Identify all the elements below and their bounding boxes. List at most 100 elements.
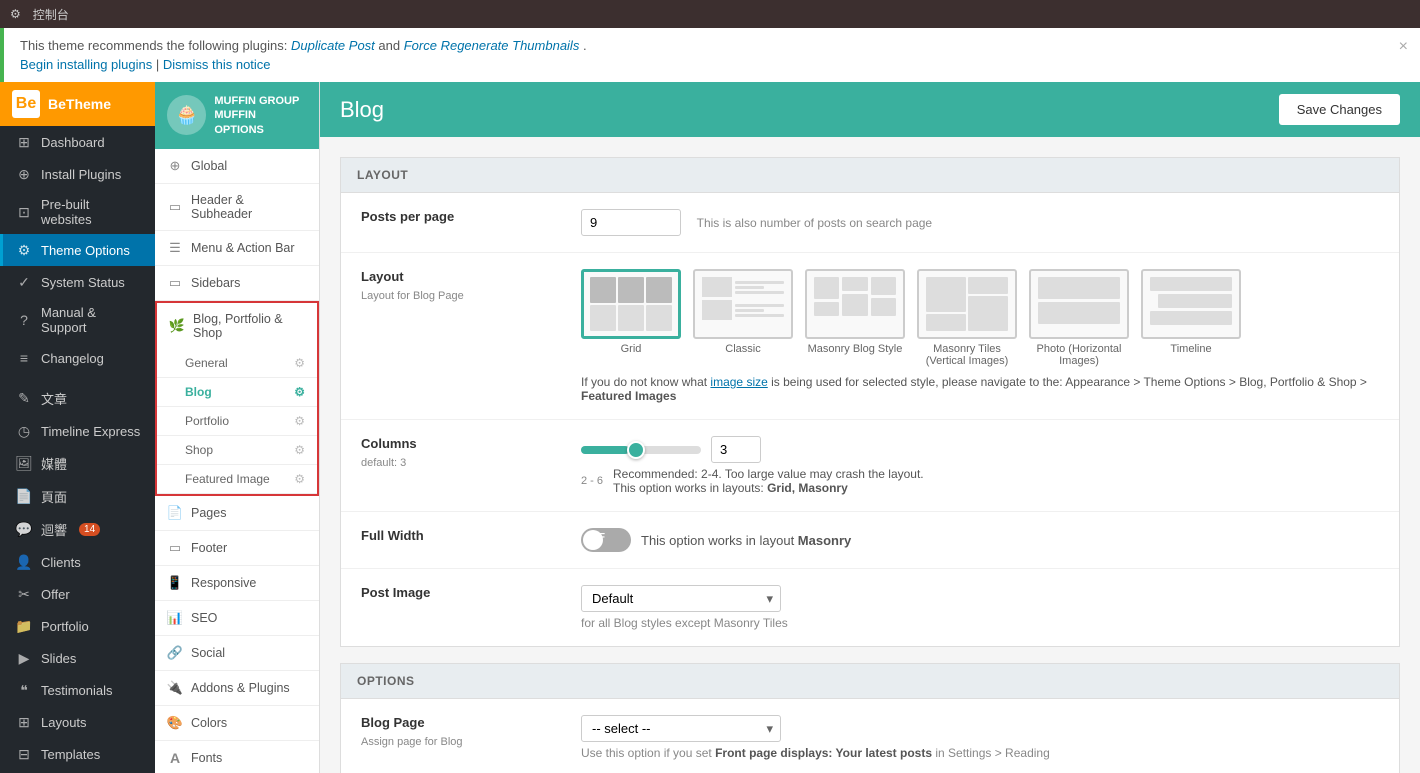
muffin-nav-sidebars[interactable]: ▭ Sidebars <box>155 266 319 301</box>
blog-page-row: Blog Page Assign page for Blog -- select… <box>341 699 1399 773</box>
full-width-row: Full Width OFF This option works in layo… <box>341 512 1399 569</box>
sidebar-item-pre-built[interactable]: ⊡ Pre-built websites <box>0 190 155 234</box>
classic-preview <box>698 273 788 335</box>
sidebar-item-label: 頁面 <box>41 487 67 506</box>
muffin-nav-global[interactable]: ⊕ Global <box>155 149 319 184</box>
full-width-control: OFF This option works in layout Masonry <box>581 528 1379 552</box>
sidebar-item-label: Slides <box>41 651 76 666</box>
sidebar-item-label: 媒體 <box>41 454 67 473</box>
fonts-icon: A <box>167 750 183 766</box>
columns-slider-wrap <box>581 436 1379 463</box>
sidebar-item-offer[interactable]: ✂ Offer <box>0 578 155 610</box>
full-width-label: Full Width <box>361 528 561 546</box>
columns-label: Columns default: 3 <box>361 436 561 469</box>
layout-thumbnail-masonry-blog <box>805 269 905 339</box>
muffin-nav-addons[interactable]: 🔌 Addons & Plugins <box>155 671 319 706</box>
wp-admin-sidebar: Be BeTheme ⊞ Dashboard ⊕ Install Plugins… <box>0 82 155 773</box>
sidebar-item-label: 迴響 <box>41 520 67 539</box>
muffin-sub-blog[interactable]: Blog ⚙ <box>157 378 317 407</box>
sidebar-item-manual-support[interactable]: ? Manual & Support <box>0 298 155 342</box>
sidebar-item-label: Manual & Support <box>41 305 143 335</box>
notice-install-plugins[interactable]: Begin installing plugins <box>20 57 152 72</box>
notice-link-force-regen[interactable]: Force Regenerate Thumbnails <box>404 38 580 53</box>
options-section-header: OPTIONS <box>341 664 1399 699</box>
sidebar-item-clients[interactable]: 👤 Clients <box>0 546 155 578</box>
sidebar-item-install-plugins[interactable]: ⊕ Install Plugins <box>0 158 155 190</box>
columns-slider-track[interactable] <box>581 446 701 454</box>
blog-page-hint: Use this option if you set Front page di… <box>581 746 1379 760</box>
post-image-label: Post Image <box>361 585 561 603</box>
muffin-nav-seo[interactable]: 📊 SEO <box>155 601 319 636</box>
muffin-nav-responsive[interactable]: 📱 Responsive <box>155 566 319 601</box>
sidebar-item-comments[interactable]: 💬 迴響 14 <box>0 513 155 546</box>
nav-item-label: Header & Subheader <box>191 193 307 221</box>
posts-per-page-input[interactable] <box>581 209 681 236</box>
muffin-nav-social[interactable]: 🔗 Social <box>155 636 319 671</box>
changelog-icon: ≡ <box>15 349 33 367</box>
columns-range-label: 2 - 6 <box>581 475 603 487</box>
nav-item-label: Fonts <box>191 751 222 765</box>
nav-item-label: Global <box>191 159 227 173</box>
layout-option-grid[interactable]: Grid <box>581 269 681 367</box>
sidebar-item-layouts[interactable]: ⊞ Layouts <box>0 706 155 738</box>
sidebar-item-theme-options[interactable]: ⚙ Theme Options <box>0 234 155 266</box>
sidebar-item-posts[interactable]: ✎ 文章 <box>0 382 155 415</box>
layout-option-classic[interactable]: Classic <box>693 269 793 367</box>
dashboard-icon: ⊞ <box>15 133 33 151</box>
sidebar-item-dashboard[interactable]: ⊞ Dashboard <box>0 126 155 158</box>
columns-hint: Recommended: 2-4. Too large value may cr… <box>613 467 924 495</box>
sidebar-item-templates[interactable]: ⊟ Templates <box>0 738 155 770</box>
sidebar-item-slides[interactable]: ▶ Slides <box>0 642 155 674</box>
sidebar-item-timeline[interactable]: ◷ Timeline Express <box>0 415 155 447</box>
muffin-sub-general[interactable]: General ⚙ <box>157 349 317 378</box>
timeline-icon: ◷ <box>15 422 33 440</box>
offer-icon: ✂ <box>15 585 33 603</box>
page-title: Blog <box>340 97 384 123</box>
sidebar-item-pages[interactable]: 📄 頁面 <box>0 480 155 513</box>
full-width-toggle-wrap: OFF This option works in layout Masonry <box>581 528 1379 552</box>
posts-per-page-row: Posts per page This is also number of po… <box>341 193 1399 253</box>
social-icon: 🔗 <box>167 645 183 661</box>
layout-label-masonry-tiles: Masonry Tiles (Vertical Images) <box>917 343 1017 367</box>
muffin-nav-colors[interactable]: 🎨 Colors <box>155 706 319 741</box>
layout-option-masonry-blog[interactable]: Masonry Blog Style <box>805 269 905 367</box>
full-width-toggle[interactable]: OFF <box>581 528 631 552</box>
notice-text: This theme recommends the following plug… <box>20 38 1404 53</box>
gear-icon: ⚙ <box>294 356 305 370</box>
notice-link-duplicate-post[interactable]: Duplicate Post <box>291 38 375 53</box>
columns-value-input[interactable] <box>711 436 761 463</box>
layout-option-timeline[interactable]: Timeline <box>1141 269 1241 367</box>
addons-icon: 🔌 <box>167 680 183 696</box>
post-image-row: Post Image Default Thumbnail Medium Larg… <box>341 569 1399 646</box>
nav-item-label: Pages <box>191 506 226 520</box>
sidebar-item-portfolio[interactable]: 📁 Portfolio <box>0 610 155 642</box>
sidebar-item-label: Layouts <box>41 715 87 730</box>
sidebar-item-system-status[interactable]: ✓ System Status <box>0 266 155 298</box>
notice-dismiss[interactable]: Dismiss this notice <box>163 57 271 72</box>
muffin-nav-footer[interactable]: ▭ Footer <box>155 531 319 566</box>
layout-option-photo-horizontal[interactable]: Photo (Horizontal Images) <box>1029 269 1129 367</box>
muffin-sub-shop[interactable]: Shop ⚙ <box>157 436 317 465</box>
notice-close-button[interactable]: × <box>1399 38 1408 56</box>
muffin-nav-blog-portfolio-shop[interactable]: 🌿 Blog, Portfolio & Shop <box>157 303 317 349</box>
masonry-tiles-preview <box>922 273 1012 335</box>
save-changes-button[interactable]: Save Changes <box>1279 94 1400 125</box>
nav-item-label: Footer <box>191 541 227 555</box>
nav-item-label: Menu & Action Bar <box>191 241 295 255</box>
muffin-sub-portfolio[interactable]: Portfolio ⚙ <box>157 407 317 436</box>
post-image-hint: for all Blog styles except Masonry Tiles <box>581 616 1379 630</box>
sidebar-item-testimonials[interactable]: ❝ Testimonials <box>0 674 155 706</box>
slider-knob[interactable] <box>627 441 645 459</box>
blog-page-select[interactable]: -- select -- <box>581 715 781 742</box>
muffin-nav-menu-action-bar[interactable]: ☰ Menu & Action Bar <box>155 231 319 266</box>
muffin-nav-fonts[interactable]: A Fonts <box>155 741 319 773</box>
sidebar-item-media[interactable]: 🖼 媒體 <box>0 447 155 480</box>
manual-support-icon: ? <box>15 311 33 329</box>
layout-option-masonry-tiles[interactable]: Masonry Tiles (Vertical Images) <box>917 269 1017 367</box>
post-image-select[interactable]: Default Thumbnail Medium Large Full <box>581 585 781 612</box>
muffin-sub-featured-image[interactable]: Featured Image ⚙ <box>157 465 317 494</box>
sidebar-item-changelog[interactable]: ≡ Changelog <box>0 342 155 374</box>
image-size-link[interactable]: image size <box>710 375 767 389</box>
muffin-nav-header[interactable]: ▭ Header & Subheader <box>155 184 319 231</box>
muffin-nav-pages[interactable]: 📄 Pages <box>155 496 319 531</box>
